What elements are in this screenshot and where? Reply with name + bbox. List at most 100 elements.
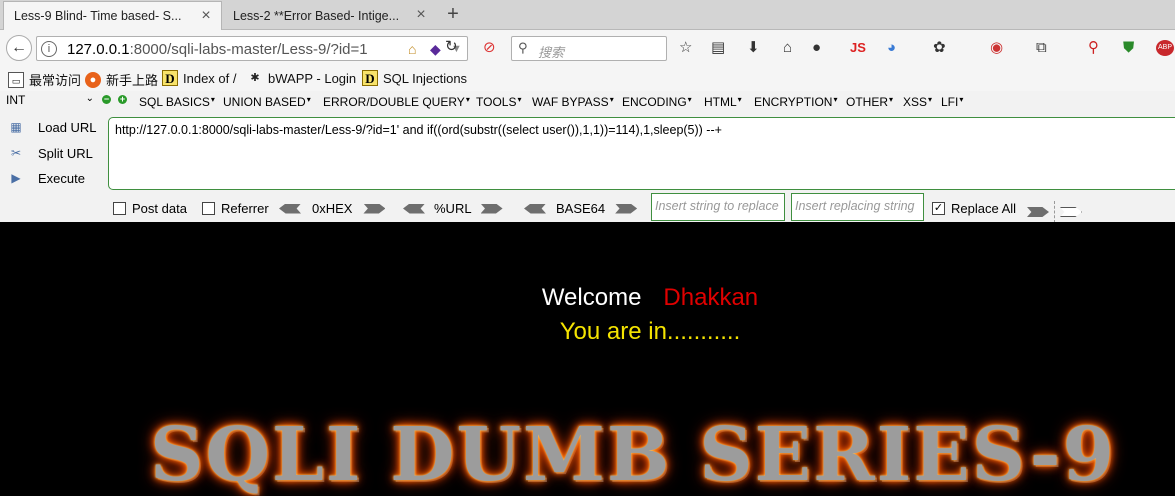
execute-icon: ▶ — [11, 171, 21, 185]
tab-less-9[interactable]: Less-9 Blind- Time based- S... × — [3, 1, 222, 30]
back-button[interactable]: ← — [6, 35, 32, 61]
tab-label: Less-9 Blind- Time based- S... — [14, 9, 182, 23]
checkbox-box[interactable] — [113, 202, 126, 215]
series-banner: SQLI DUMB SERIES-9 — [150, 412, 1116, 496]
split-url-label: Split URL — [38, 145, 93, 161]
hackbar-menu: INT ⌄ − + SQL BASICS UNION BASED ERROR/D… — [0, 91, 1175, 113]
menu-sql-basics[interactable]: SQL BASICS — [139, 95, 215, 109]
menu-encoding[interactable]: ENCODING — [622, 95, 692, 109]
info-icon[interactable]: i — [41, 41, 57, 57]
post-data-checkbox[interactable]: Post data — [113, 201, 187, 216]
palette-icon[interactable]: ✿ — [933, 40, 946, 56]
replace-controls — [1027, 201, 1082, 223]
translate-icon[interactable]: ◕ — [887, 40, 896, 56]
minus-icon[interactable]: − — [102, 95, 111, 104]
bookmark-getting-started[interactable]: ● 新手上路 — [85, 70, 158, 89]
bookmark-index-of[interactable]: D Index of / — [162, 70, 236, 86]
reload-icon[interactable]: ↻ — [445, 39, 458, 55]
search-bar[interactable]: ⚲ 搜索 — [511, 36, 667, 61]
block-icon[interactable]: ⊘ — [483, 40, 496, 56]
status-message: You are in........... — [559, 318, 741, 345]
menu-union-based[interactable]: UNION BASED — [223, 95, 311, 109]
page-action-icon[interactable]: ⧉ — [1036, 40, 1047, 56]
url-path: :8000/sqli-labs-master/Less-9/?id=1 — [129, 41, 368, 58]
encode-arrow-icon[interactable] — [363, 203, 386, 214]
load-url-button[interactable]: ▦ Load URL — [8, 119, 96, 135]
url-bar[interactable]: i 127.0.0.1:8000/sqli-labs-master/Less-9… — [36, 36, 468, 61]
decode-arrow-icon[interactable] — [279, 203, 301, 214]
execute-label: Execute — [38, 170, 85, 186]
bookmark-label: SQL Injections — [383, 70, 468, 86]
execute-button[interactable]: ▶ Execute — [8, 170, 85, 186]
menu-other[interactable]: OTHER — [846, 95, 893, 109]
disguise-icon[interactable]: ◉ — [990, 40, 1003, 56]
decode-arrow-icon[interactable] — [524, 203, 546, 214]
firefox-icon: ● — [85, 71, 101, 88]
close-tab-icon[interactable]: × — [414, 7, 428, 23]
adblock-icon[interactable]: ABP — [1156, 40, 1174, 56]
bookmark-label: bWAPP - Login — [268, 70, 357, 86]
home-page-icon[interactable]: ⌂ — [408, 41, 416, 57]
search-placeholder: 搜索 — [538, 45, 565, 60]
menu-html[interactable]: HTML — [704, 95, 742, 109]
checkbox-box[interactable] — [202, 202, 215, 215]
menu-waf-bypass[interactable]: WAF BYPASS — [532, 95, 614, 109]
replace-string-input[interactable]: Insert string to replace — [651, 193, 785, 221]
navigation-toolbar: ← i 127.0.0.1:8000/sqli-labs-master/Less… — [0, 30, 1175, 66]
split-icon: ✂ — [10, 146, 22, 160]
url-text: 127.0.0.1:8000/sqli-labs-master/Less-9/?… — [67, 41, 368, 58]
bookmark-label: Index of / — [183, 70, 237, 86]
replace-all-label: Replace All — [951, 201, 1017, 216]
search-icon: ⚲ — [518, 40, 528, 55]
globe-icon[interactable]: ● — [812, 40, 821, 56]
hex-label: 0xHEX — [312, 201, 353, 216]
encode-arrow-icon[interactable] — [480, 203, 503, 214]
hex-encoding-control: 0xHEX — [279, 201, 386, 216]
shield-icon[interactable]: ⛊ — [1123, 40, 1134, 56]
select-value: INT — [6, 93, 26, 107]
replace-all-checkbox[interactable]: ✓ Replace All — [932, 201, 1016, 216]
download-icon[interactable]: ⬇ — [747, 40, 760, 56]
new-tab-icon[interactable]: + — [443, 4, 463, 26]
encode-arrow-icon[interactable] — [615, 203, 638, 214]
tab-strip: Less-9 Blind- Time based- S... × Less-2 … — [0, 0, 1175, 30]
post-data-label: Post data — [132, 201, 187, 216]
home-icon[interactable]: ⌂ — [783, 40, 792, 56]
user-name: Dhakkan — [663, 284, 759, 311]
document-d-icon: D — [162, 70, 178, 86]
replace-next-arrow-icon[interactable] — [1060, 207, 1082, 217]
bookmark-label: 最常访问 — [29, 73, 82, 88]
bookmark-folder-icon: ▭ — [8, 71, 24, 88]
tab-less-2[interactable]: Less-2 **Error Based- Intige... × — [223, 1, 436, 30]
zoom-icon[interactable]: ⚲ — [1088, 40, 1099, 56]
plus-icon[interactable]: + — [118, 95, 127, 104]
welcome-line: Welcome Dhakkan — [0, 284, 1175, 312]
replace-arrow-icon[interactable] — [1027, 207, 1049, 217]
menu-xss[interactable]: XSS — [903, 95, 932, 109]
bee-icon: ✱ — [250, 72, 260, 84]
checkbox-checked[interactable]: ✓ — [932, 202, 945, 215]
hackbar-panel: INT ⌄ − + SQL BASICS UNION BASED ERROR/D… — [0, 91, 1175, 223]
replacing-string-input[interactable]: Insert replacing string — [791, 193, 924, 221]
url-textarea[interactable]: http://127.0.0.1:8000/sqli-labs-master/L… — [108, 117, 1175, 190]
menu-error-double-query[interactable]: ERROR/DOUBLE QUERY — [323, 95, 470, 109]
bookmark-label: 新手上路 — [106, 73, 159, 88]
javascript-toggle-icon[interactable]: JS — [850, 40, 866, 56]
menu-encryption[interactable]: ENCRYPTION — [754, 95, 837, 109]
bookmark-star-icon[interactable]: ☆ — [679, 40, 692, 56]
bookmark-sql-injections[interactable]: D SQL Injections — [362, 70, 467, 86]
tab-label: Less-2 **Error Based- Intige... — [233, 8, 400, 23]
reading-list-icon[interactable]: ▤ — [711, 40, 725, 56]
menu-tools[interactable]: TOOLS — [476, 95, 521, 109]
referrer-checkbox[interactable]: Referrer — [202, 201, 269, 216]
url-encode-label: %URL — [434, 201, 472, 216]
extension-gem-icon[interactable]: ◆ — [430, 41, 441, 58]
close-tab-icon[interactable]: × — [199, 8, 213, 24]
chevron-down-icon: ⌄ — [85, 93, 94, 104]
bookmark-bwapp-login[interactable]: ✱ bWAPP - Login — [247, 70, 356, 86]
split-url-button[interactable]: ✂ Split URL — [8, 145, 93, 161]
menu-lfi[interactable]: LFI — [941, 95, 963, 109]
decode-arrow-icon[interactable] — [403, 203, 425, 214]
bookmark-most-visited[interactable]: ▭ 最常访问 — [8, 70, 81, 89]
injection-type-select[interactable]: INT ⌄ — [6, 93, 96, 111]
